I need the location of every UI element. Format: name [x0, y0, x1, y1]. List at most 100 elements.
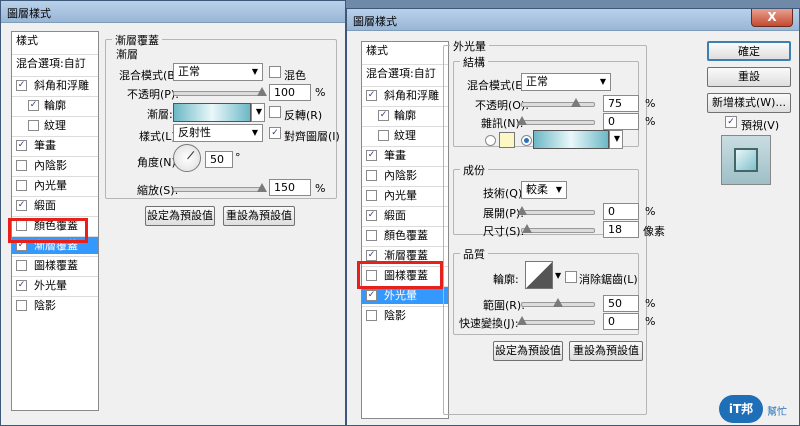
right-antialias-label: 消除鋸齒(L) — [579, 273, 638, 286]
right-opacity-input[interactable]: 75 — [603, 95, 639, 112]
left-side-item-11[interactable]: 陰影 — [12, 296, 98, 314]
left-side-checkbox-2[interactable] — [28, 120, 39, 131]
right-side-checkbox-11[interactable] — [366, 310, 377, 321]
right-side-checkbox-0[interactable]: ✓ — [366, 90, 377, 101]
left-side-item-3[interactable]: ✓ 筆畫 — [12, 136, 98, 154]
right-gradient-picker[interactable] — [533, 130, 609, 149]
left-side-checkbox-6[interactable]: ✓ — [16, 200, 27, 211]
new-style-button[interactable]: 新增樣式(W)... — [707, 93, 791, 113]
right-gradient-radio[interactable] — [521, 135, 532, 146]
right-blend-options[interactable]: 混合選項:自訂 — [362, 64, 448, 82]
left-gradient-dropdown[interactable]: ▼ — [251, 103, 265, 122]
left-opacity-thumb[interactable] — [257, 87, 267, 96]
preview-checkbox[interactable]: ✓ — [725, 116, 737, 128]
right-tech-select[interactable]: 較柔 ▼ — [521, 181, 567, 199]
right-color-radio[interactable] — [485, 135, 496, 146]
left-gradient-picker[interactable] — [173, 103, 251, 122]
right-opacity-thumb[interactable] — [571, 98, 581, 107]
left-reset-default-button[interactable]: 重設為預設值 — [223, 206, 295, 226]
right-side-checkbox-4[interactable] — [366, 170, 377, 181]
left-side-checkbox-10[interactable]: ✓ — [16, 280, 27, 291]
right-color-swatch[interactable] — [499, 132, 515, 148]
left-side-item-1[interactable]: ✓ 輪廓 — [12, 96, 98, 114]
right-side-item-7[interactable]: 顏色覆蓋 — [362, 226, 448, 244]
left-styles-header[interactable]: 樣式 — [12, 32, 98, 50]
left-side-item-5[interactable]: 內光暈 — [12, 176, 98, 194]
right-side-item-2[interactable]: 紋理 — [362, 126, 448, 144]
right-size-thumb[interactable] — [522, 224, 533, 233]
left-scale-input[interactable]: 150 — [269, 179, 311, 196]
right-range-label: 範圍(R): — [483, 299, 525, 312]
right-side-checkbox-8[interactable]: ✓ — [366, 250, 377, 261]
left-reverse-checkbox[interactable] — [269, 106, 281, 118]
left-blend-options[interactable]: 混合選項:自訂 — [12, 54, 98, 72]
left-side-checkbox-3[interactable]: ✓ — [16, 140, 27, 151]
left-side-checkbox-11[interactable] — [16, 300, 27, 311]
right-side-checkbox-7[interactable] — [366, 230, 377, 241]
right-opacity-slider[interactable] — [521, 98, 595, 107]
right-side-item-4[interactable]: 內陰影 — [362, 166, 448, 184]
right-side-checkbox-1[interactable]: ✓ — [378, 110, 389, 121]
left-style-select[interactable]: 反射性 ▼ — [173, 124, 263, 142]
right-size-input[interactable]: 18 — [603, 221, 639, 238]
left-dither-checkbox[interactable] — [269, 66, 281, 78]
right-styles-header[interactable]: 樣式 — [362, 42, 448, 60]
right-jitter-slider[interactable] — [517, 316, 595, 325]
right-side-checkbox-3[interactable]: ✓ — [366, 150, 377, 161]
right-range-input[interactable]: 50 — [603, 295, 639, 312]
left-scale-thumb[interactable] — [257, 183, 267, 192]
right-contour-picker[interactable] — [525, 261, 553, 289]
left-scale-slider[interactable] — [173, 183, 267, 192]
right-side-checkbox-2[interactable] — [378, 130, 389, 141]
ok-button[interactable]: 確定 — [707, 41, 791, 61]
right-spread-slider[interactable] — [517, 206, 595, 215]
right-jitter-thumb[interactable] — [517, 316, 527, 325]
right-noise-thumb[interactable] — [517, 116, 527, 125]
right-spread-input[interactable]: 0 — [603, 203, 639, 220]
right-side-item-6[interactable]: ✓ 緞面 — [362, 206, 448, 224]
left-side-item-4[interactable]: 內陰影 — [12, 156, 98, 174]
right-blend-select[interactable]: 正常 ▼ — [521, 73, 611, 91]
right-gradient-dropdown[interactable]: ▼ — [609, 130, 623, 149]
left-angle-input[interactable]: 50 — [205, 151, 233, 168]
right-side-checkbox-5[interactable] — [366, 190, 377, 201]
right-noise-slider[interactable] — [517, 116, 595, 125]
left-side-checkbox-4[interactable] — [16, 160, 27, 171]
left-side-item-2[interactable]: 紋理 — [12, 116, 98, 134]
left-side-item-10[interactable]: ✓ 外光暈 — [12, 276, 98, 294]
right-spread-thumb[interactable] — [517, 206, 527, 215]
left-side-item-9[interactable]: 圖樣覆蓋 — [12, 256, 98, 274]
left-align-checkbox[interactable]: ✓ — [269, 127, 281, 139]
left-side-checkbox-5[interactable] — [16, 180, 27, 191]
right-antialias-checkbox[interactable] — [565, 271, 577, 283]
cancel-button[interactable]: 重設 — [707, 67, 791, 87]
right-side-checkbox-10[interactable]: ✓ — [366, 290, 377, 301]
right-side-item-1[interactable]: ✓ 輪廓 — [362, 106, 448, 124]
left-opacity-slider[interactable] — [173, 87, 267, 96]
right-titlebar: 圖層樣式 X — [347, 9, 799, 31]
left-side-item-0[interactable]: ✓ 斜角和浮雕 — [12, 76, 98, 94]
right-reset-default-button[interactable]: 重設為預設值 — [569, 341, 643, 361]
left-blend-select[interactable]: 正常 ▼ — [173, 63, 263, 81]
left-side-item-6[interactable]: ✓ 緞面 — [12, 196, 98, 214]
right-close-icon[interactable]: X — [751, 9, 793, 27]
right-side-checkbox-6[interactable]: ✓ — [366, 210, 377, 221]
right-side-item-3[interactable]: ✓ 筆畫 — [362, 146, 448, 164]
right-noise-input[interactable]: 0 — [603, 113, 639, 130]
left-angle-dial[interactable] — [173, 144, 201, 172]
right-size-slider[interactable] — [521, 224, 595, 233]
right-side-item-11[interactable]: 陰影 — [362, 306, 448, 324]
left-set-default-button[interactable]: 設定為預設值 — [145, 206, 215, 226]
right-side-item-5[interactable]: 內光暈 — [362, 186, 448, 204]
left-opacity-input[interactable]: 100 — [269, 84, 311, 101]
right-range-thumb[interactable] — [553, 298, 563, 307]
left-blend-value: 正常 — [178, 65, 200, 78]
left-side-checkbox-0[interactable]: ✓ — [16, 80, 27, 91]
right-range-slider[interactable] — [521, 298, 595, 307]
right-set-default-button[interactable]: 設定為預設值 — [493, 341, 563, 361]
chevron-down-icon[interactable]: ▼ — [555, 271, 561, 280]
right-side-item-0[interactable]: ✓ 斜角和浮雕 — [362, 86, 448, 104]
left-side-checkbox-9[interactable] — [16, 260, 27, 271]
left-side-checkbox-1[interactable]: ✓ — [28, 100, 39, 111]
right-jitter-input[interactable]: 0 — [603, 313, 639, 330]
